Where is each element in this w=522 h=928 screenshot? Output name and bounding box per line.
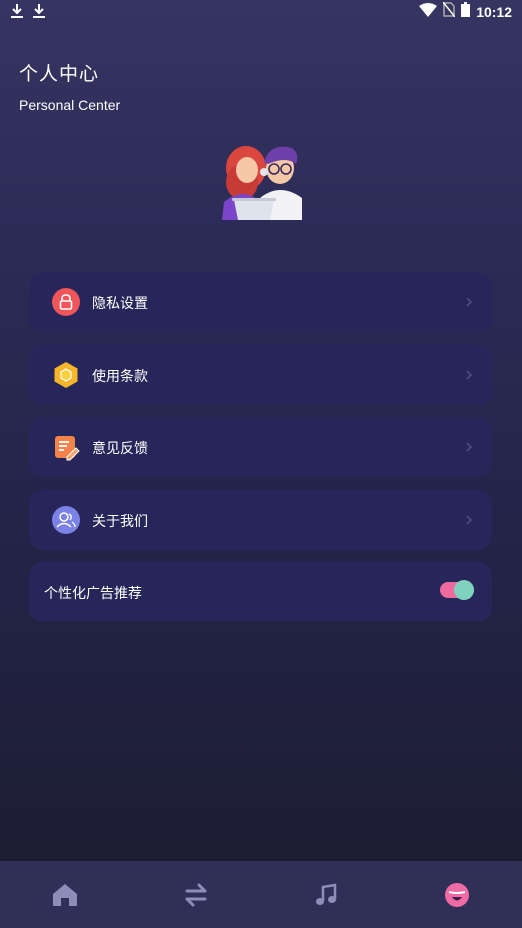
menu-item-feedback[interactable]: 意见反馈 — [29, 417, 492, 477]
couple-avatar-illustration — [216, 138, 308, 222]
users-icon — [52, 506, 80, 534]
lock-icon — [52, 288, 80, 316]
chevron-right-icon — [464, 367, 474, 383]
chevron-right-icon — [464, 439, 474, 455]
menu-item-label: 意见反馈 — [92, 441, 148, 457]
no-sim-icon — [442, 1, 456, 21]
nav-item-home[interactable] — [0, 861, 131, 928]
menu-item-privacy-settings[interactable]: 隐私设置 — [29, 272, 492, 332]
toggle-knob — [454, 580, 474, 600]
wifi-icon — [419, 2, 438, 21]
chevron-right-icon — [464, 294, 474, 310]
home-icon — [52, 883, 78, 907]
nav-item-music[interactable] — [261, 861, 392, 928]
download-icon — [32, 3, 46, 19]
menu-item-label: 关于我们 — [92, 514, 148, 530]
nav-item-profile[interactable] — [392, 861, 522, 928]
status-right-icons: 10:12 — [419, 1, 512, 21]
status-bar: 10:12 — [0, 0, 522, 24]
personalized-ads-row: 个性化广告推荐 — [29, 562, 492, 622]
menu-item-label: 隐私设置 — [92, 296, 148, 312]
personalized-ads-toggle[interactable] — [440, 580, 474, 600]
page-subtitle: Personal Center — [19, 97, 121, 113]
swap-icon — [183, 883, 209, 907]
battery-icon — [461, 2, 471, 21]
feedback-icon — [52, 433, 80, 461]
download-icon — [10, 3, 24, 19]
menu-item-terms-of-use[interactable]: 使用条款 — [29, 345, 492, 405]
page-title: 个人中心 — [19, 63, 100, 85]
chevron-right-icon — [464, 512, 474, 528]
music-icon — [314, 882, 338, 907]
status-left-icons — [10, 3, 46, 19]
nav-item-swap[interactable] — [131, 861, 262, 928]
menu-item-label: 使用条款 — [92, 369, 148, 385]
bottom-nav — [0, 861, 522, 928]
status-time: 10:12 — [476, 3, 512, 20]
hexagon-icon — [52, 361, 80, 389]
menu-item-about-us[interactable]: 关于我们 — [29, 490, 492, 550]
personalized-ads-label: 个性化广告推荐 — [44, 586, 142, 602]
profile-face-icon — [444, 882, 470, 908]
